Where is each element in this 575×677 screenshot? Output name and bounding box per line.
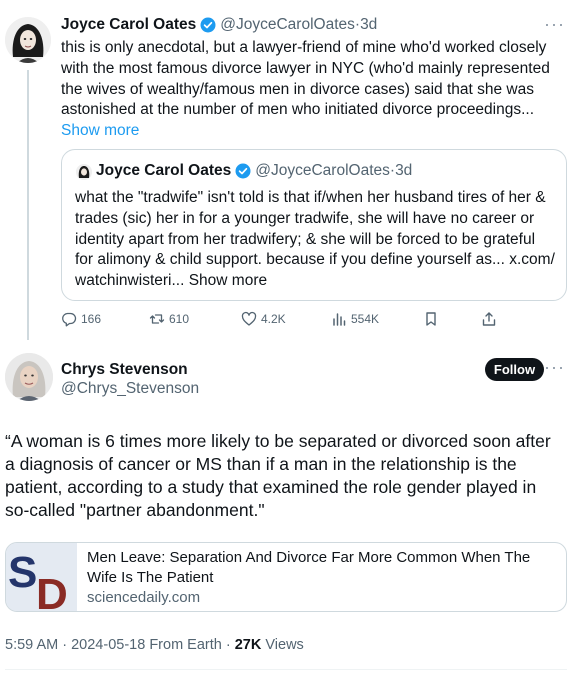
reply-count: 166 bbox=[81, 312, 102, 326]
views-count: 554K bbox=[351, 312, 380, 326]
tweet-text: this is only anecdotal, but a lawyer-fri… bbox=[61, 38, 561, 142]
author-handle[interactable]: @Chrys_Stevenson bbox=[61, 380, 199, 398]
avatar[interactable] bbox=[5, 353, 53, 401]
link-preview-card[interactable]: S D Men Leave: Separation And Divorce Fa… bbox=[5, 542, 567, 612]
quoted-avatar bbox=[76, 164, 92, 180]
repost-count: 610 bbox=[169, 312, 190, 326]
reply-button[interactable]: 166 bbox=[61, 311, 101, 327]
quoted-author-name: Joyce Carol Oates bbox=[96, 162, 232, 179]
action-bar: 166 610 4.2K 554K bbox=[61, 311, 501, 331]
follow-button[interactable]: Follow bbox=[485, 358, 544, 381]
views-button[interactable]: 554K bbox=[331, 311, 379, 327]
verified-badge-icon bbox=[235, 163, 251, 179]
card-domain: sciencedaily.com bbox=[87, 589, 201, 606]
show-more-link[interactable]: Show more bbox=[61, 122, 139, 139]
like-button[interactable]: 4.2K bbox=[241, 311, 286, 327]
divider bbox=[5, 669, 567, 670]
share-icon bbox=[482, 312, 496, 326]
quoted-text: what the "tradwife" isn't told is that i… bbox=[75, 188, 557, 292]
author-name[interactable]: Joyce Carol Oates bbox=[61, 16, 196, 34]
more-horizontal-icon[interactable]: ··· bbox=[544, 14, 565, 35]
tweet-header: Joyce Carol Oates @JoyceCarolOates · 3d bbox=[61, 16, 377, 34]
quoted-tweet[interactable]: Joyce Carol Oates @JoyceCarolOates · 3d … bbox=[61, 149, 567, 301]
more-horizontal-icon[interactable]: ··· bbox=[544, 357, 565, 378]
tweet-text: “A woman is 6 times more likely to be se… bbox=[5, 431, 551, 520]
quoted-author-handle: @JoyceCarolOates bbox=[255, 162, 390, 179]
separator: · bbox=[62, 637, 68, 653]
quoted-show-more-link[interactable]: Show more bbox=[189, 272, 267, 289]
repost-button[interactable]: 610 bbox=[149, 311, 189, 327]
sciencedaily-logo: S D bbox=[6, 543, 77, 612]
verified-badge-icon bbox=[200, 17, 216, 33]
post-date[interactable]: 2024-05-18 bbox=[71, 637, 145, 653]
main-tweet: Chrys Stevenson @Chrys_Stevenson Follow … bbox=[0, 345, 575, 677]
views-label: Views bbox=[265, 637, 304, 653]
tweet-text-content: this is only anecdotal, but a lawyer-fri… bbox=[61, 39, 550, 119]
quoted-text-content: what the "tradwife" isn't told is that i… bbox=[75, 189, 555, 290]
bookmark-icon bbox=[426, 312, 436, 326]
bookmark-button[interactable] bbox=[423, 311, 443, 327]
post-source: From Earth bbox=[149, 637, 222, 653]
reply-icon bbox=[62, 312, 77, 327]
quoted-header: Joyce Carol Oates @JoyceCarolOates · 3d bbox=[96, 162, 412, 180]
share-button[interactable] bbox=[481, 311, 501, 327]
avatar[interactable] bbox=[5, 17, 51, 63]
author-name[interactable]: Chrys Stevenson bbox=[61, 361, 188, 379]
svg-text:D: D bbox=[36, 570, 68, 612]
separator: · bbox=[225, 637, 231, 653]
quoted-timestamp: 3d bbox=[395, 162, 413, 179]
repost-icon bbox=[149, 314, 165, 324]
post-time[interactable]: 5:59 AM bbox=[5, 637, 58, 653]
heart-icon bbox=[241, 311, 257, 326]
parent-tweet[interactable]: Joyce Carol Oates @JoyceCarolOates · 3d … bbox=[0, 0, 575, 345]
bar-chart-icon bbox=[333, 313, 346, 326]
views-count: 27K bbox=[234, 637, 262, 653]
author-handle[interactable]: @JoyceCarolOates bbox=[220, 16, 355, 34]
timestamp[interactable]: 3d bbox=[360, 16, 377, 34]
like-count: 4.2K bbox=[261, 312, 286, 326]
tweet-meta: 5:59 AM · 2024-05-18 From Earth · 27K Vi… bbox=[5, 637, 304, 653]
card-title: Men Leave: Separation And Divorce Far Mo… bbox=[87, 549, 531, 586]
svg-text:S: S bbox=[8, 548, 37, 597]
